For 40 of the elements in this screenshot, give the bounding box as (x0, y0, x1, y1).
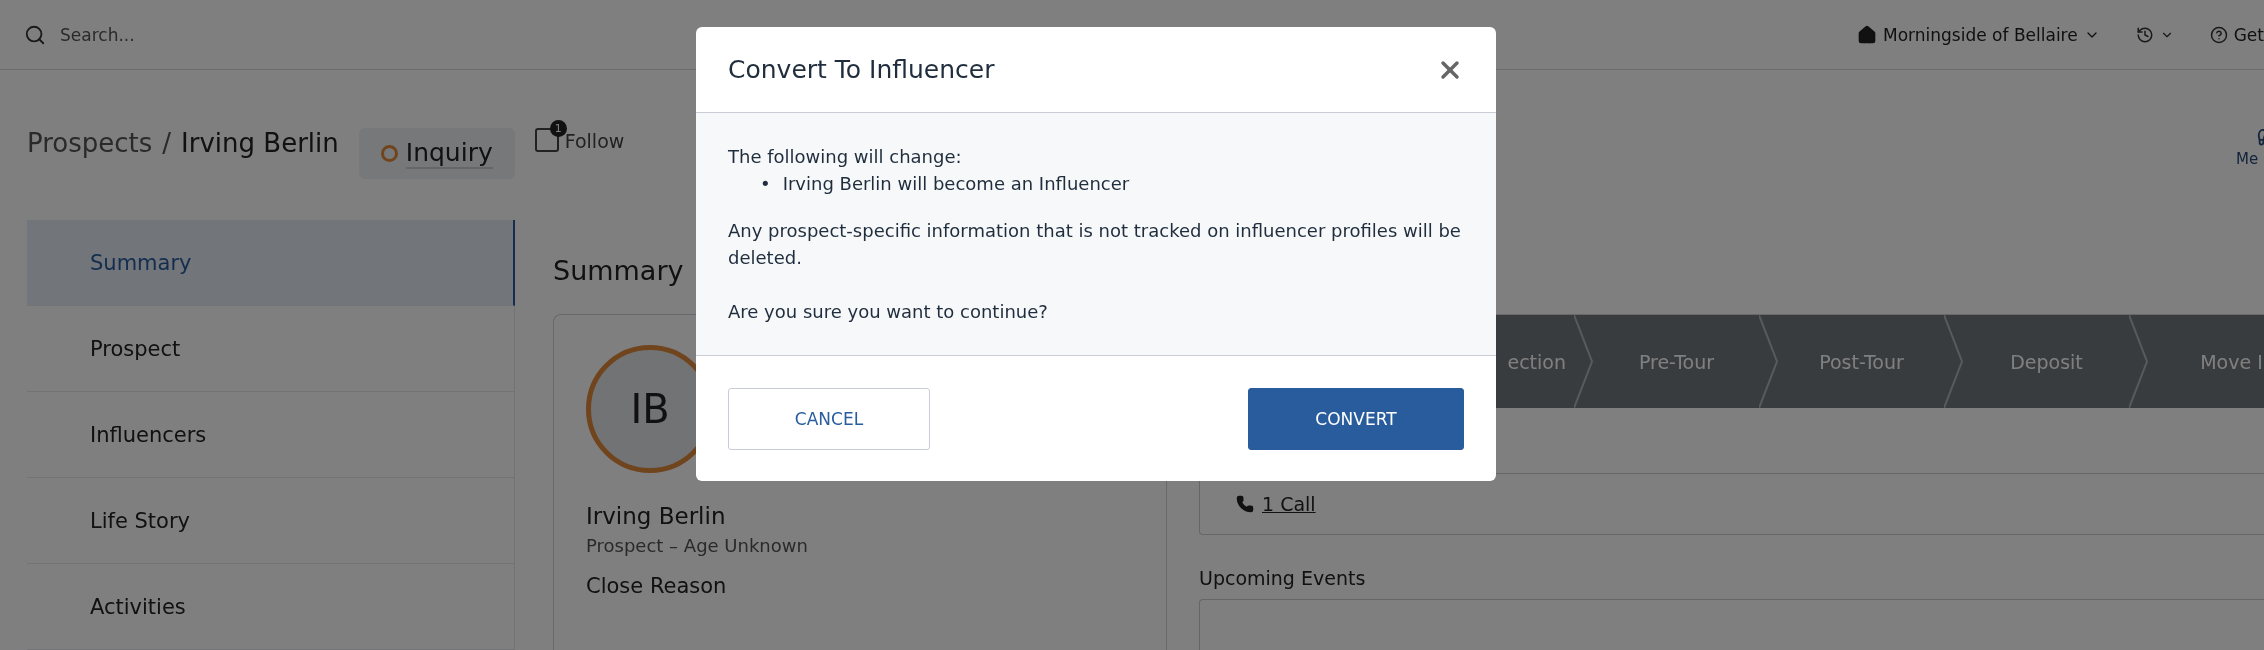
home-icon (1857, 24, 1878, 45)
cancel-button[interactable]: CANCEL (728, 387, 930, 450)
person-name: Irving Berlin (586, 503, 727, 529)
person-subtitle: Prospect – Age Unknown (586, 535, 809, 556)
dialog-question: Are you sure you want to continue? (728, 300, 1049, 324)
phone-icon (1236, 495, 1254, 513)
search-field[interactable]: Search... (58, 23, 362, 46)
sidebar-item[interactable]: Prospect (27, 306, 515, 392)
stage-label[interactable]: Post-Tour (1779, 350, 1944, 373)
field-label: Upcoming Events (1199, 567, 1367, 589)
sidebar-item[interactable]: Activities (27, 564, 515, 650)
help-button[interactable]: Get (2209, 24, 2264, 45)
dialog-text: The following will change: (728, 145, 963, 169)
status-badge[interactable]: Inquiry (358, 128, 515, 179)
dialog-text: Any prospect-specific information that is not tracked on influencer profiles will be deleted. (728, 219, 1462, 270)
sidebar-item[interactable]: Summary (27, 220, 515, 306)
sidebar-item[interactable]: Life Story (27, 478, 515, 564)
field-label: Close Reason (586, 574, 728, 598)
ring-icon (380, 145, 398, 162)
breadcrumb-current: Irving Berlin (181, 128, 339, 158)
call-link[interactable]: 1 Call (1262, 493, 1316, 515)
section-title: Summary (553, 255, 684, 286)
breadcrumb-separator: / (162, 128, 172, 158)
sidebar-item[interactable]: Influencers (27, 392, 515, 478)
convert-button[interactable]: CONVERT (1248, 387, 1464, 450)
help-icon (2209, 25, 2228, 44)
search-icon (24, 23, 46, 46)
stage-label[interactable]: Deposit (1964, 350, 2129, 373)
history-button[interactable] (2135, 25, 2174, 44)
change-item: Irving Berlin will become an Influencer (782, 172, 1130, 196)
history-icon (2135, 25, 2154, 44)
breadcrumb-link[interactable]: Prospects (27, 128, 153, 158)
stage-label[interactable]: Move I (2149, 350, 2264, 373)
stage-label[interactable]: Pre-Tour (1594, 350, 1759, 373)
dialog-title: Convert To Influencer (728, 55, 995, 84)
count-badge: 1 (549, 120, 567, 137)
bullet-marker: • (760, 172, 771, 196)
action-button[interactable]: Me (2236, 128, 2264, 168)
community-selector[interactable]: Morningside of Bellaire (1857, 24, 2100, 45)
status-label: Inquiry (405, 138, 493, 169)
